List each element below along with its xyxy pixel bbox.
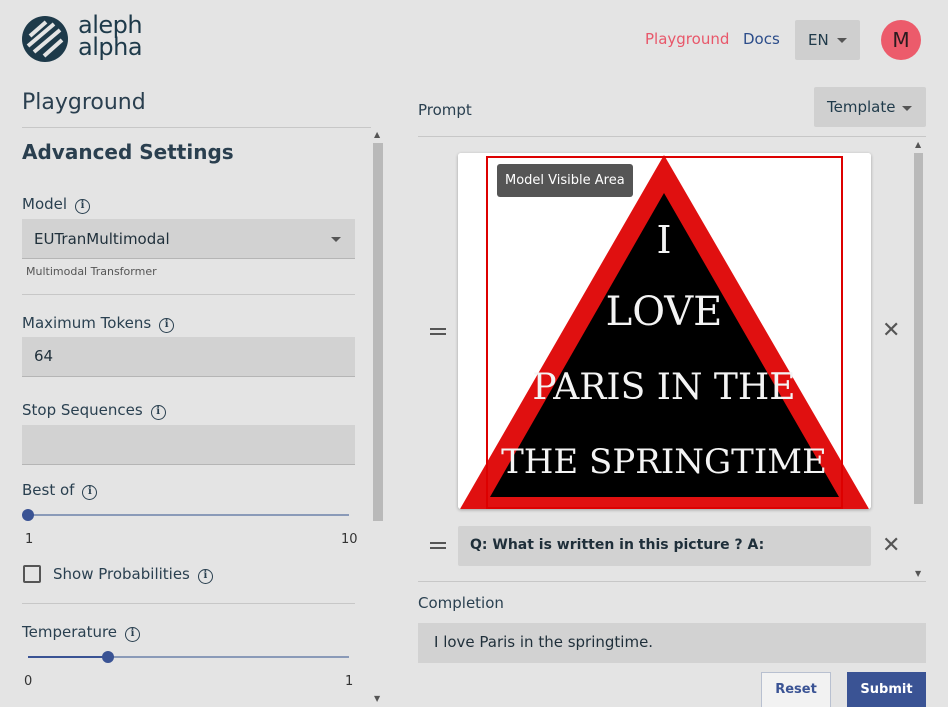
info-icon[interactable]: i bbox=[82, 485, 98, 500]
prompt-image-item[interactable]: I LOVE PARIS IN THE THE SPRINGTIME Model… bbox=[458, 153, 871, 509]
best-of-label-text: Best of bbox=[22, 481, 75, 499]
nav-docs-link[interactable]: Docs bbox=[743, 30, 780, 48]
model-label: Model i bbox=[22, 195, 91, 214]
stop-sequences-label: Stop Sequences i bbox=[22, 401, 166, 420]
completion-title: Completion bbox=[418, 594, 504, 612]
prompt-scrollbar-thumb[interactable] bbox=[914, 153, 923, 504]
model-select[interactable]: EUTranMultimodal bbox=[22, 219, 355, 259]
max-tokens-label-text: Maximum Tokens bbox=[22, 314, 152, 332]
show-probabilities-checkbox[interactable] bbox=[23, 565, 41, 583]
prompt-title: Prompt bbox=[418, 101, 472, 119]
temperature-slider-fill bbox=[28, 656, 109, 658]
advanced-settings-title: Advanced Settings bbox=[22, 140, 234, 164]
page-title: Playground bbox=[22, 90, 146, 115]
info-icon[interactable]: i bbox=[150, 405, 166, 420]
divider bbox=[22, 294, 355, 295]
max-tokens-input[interactable]: 64 bbox=[22, 337, 355, 377]
temperature-min-label: 0 bbox=[24, 674, 33, 689]
completion-output[interactable]: I love Paris in the springtime. bbox=[418, 623, 926, 663]
show-probabilities-label-text: Show Probabilities bbox=[53, 565, 190, 583]
prompt-text-item[interactable]: Q: What is written in this picture ? A: bbox=[458, 526, 871, 566]
info-icon[interactable]: i bbox=[75, 199, 91, 214]
logo-wordmark: aleph alpha bbox=[78, 13, 143, 61]
info-icon[interactable]: i bbox=[125, 627, 141, 642]
info-icon[interactable]: i bbox=[197, 569, 213, 584]
language-select[interactable]: EN bbox=[795, 20, 860, 60]
model-visible-area-tooltip: Model Visible Area bbox=[497, 164, 633, 197]
temperature-slider-thumb[interactable] bbox=[102, 651, 115, 663]
best-of-label: Best of i bbox=[22, 481, 98, 500]
show-probabilities-label: Show Probabilities i bbox=[53, 565, 213, 584]
info-icon[interactable]: i bbox=[159, 318, 175, 333]
close-icon[interactable]: ✕ bbox=[882, 320, 900, 342]
divider bbox=[22, 603, 355, 604]
template-select[interactable]: Template bbox=[814, 87, 926, 127]
max-tokens-label: Maximum Tokens i bbox=[22, 314, 175, 333]
drag-handle-icon[interactable] bbox=[430, 328, 446, 335]
stop-sequences-input[interactable] bbox=[22, 425, 355, 465]
model-helper-text: Multimodal Transformer bbox=[26, 265, 157, 278]
best-of-max-label: 10 bbox=[341, 532, 358, 547]
scroll-down-icon[interactable]: ▼ bbox=[374, 694, 380, 703]
language-value: EN bbox=[808, 31, 829, 49]
close-icon[interactable]: ✕ bbox=[882, 535, 900, 557]
submit-button[interactable]: Submit bbox=[847, 672, 926, 707]
logo-line-2: alpha bbox=[78, 33, 143, 61]
stop-sequences-label-text: Stop Sequences bbox=[22, 401, 143, 419]
sidebar-scrollbar-thumb[interactable] bbox=[373, 143, 383, 521]
user-avatar[interactable]: M bbox=[881, 20, 921, 60]
scroll-down-icon[interactable]: ▼ bbox=[915, 569, 921, 578]
reset-button[interactable]: Reset bbox=[761, 672, 831, 707]
best-of-slider-thumb[interactable] bbox=[22, 509, 34, 521]
chevron-down-icon bbox=[902, 106, 912, 111]
temperature-max-label: 1 bbox=[345, 674, 354, 689]
model-visible-area-frame[interactable] bbox=[486, 156, 843, 509]
best-of-min-label: 1 bbox=[25, 532, 34, 547]
best-of-slider-track[interactable] bbox=[28, 514, 349, 516]
nav-playground-link[interactable]: Playground bbox=[645, 30, 729, 48]
temperature-label-text: Temperature bbox=[22, 623, 118, 641]
divider bbox=[22, 127, 371, 128]
model-label-text: Model bbox=[22, 195, 68, 213]
aleph-alpha-logo-icon[interactable] bbox=[22, 16, 70, 64]
temperature-label: Temperature i bbox=[22, 623, 141, 642]
divider bbox=[418, 581, 926, 582]
divider bbox=[418, 136, 926, 137]
scroll-up-icon[interactable]: ▲ bbox=[374, 130, 380, 139]
chevron-down-icon bbox=[331, 237, 341, 242]
template-label: Template bbox=[827, 98, 896, 116]
model-select-value: EUTranMultimodal bbox=[34, 230, 170, 248]
drag-handle-icon[interactable] bbox=[430, 542, 446, 549]
chevron-down-icon bbox=[837, 38, 847, 43]
scroll-up-icon[interactable]: ▲ bbox=[915, 140, 921, 149]
